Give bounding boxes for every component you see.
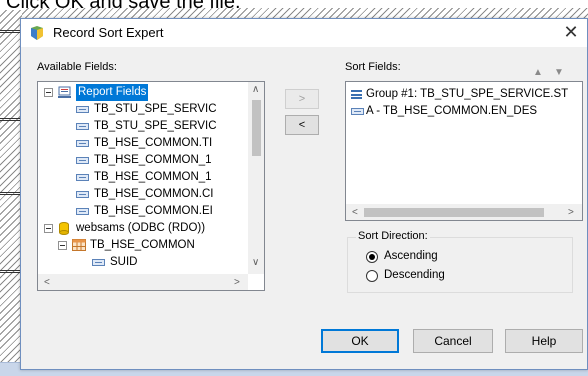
tree-item-group[interactable]: Report Fields	[38, 84, 246, 101]
sort-direction-legend: Sort Direction:	[356, 230, 430, 242]
field-icon	[76, 140, 89, 147]
sort-direction-group: Sort Direction: Ascending Descending	[347, 230, 573, 293]
field-icon	[76, 191, 89, 198]
tree-item-table[interactable]: TB_HSE_COMMON	[38, 237, 246, 254]
tree-item-field[interactable]: TB_HSE_COMMON_1	[38, 152, 246, 169]
sort-fields-label: Sort Fields:	[345, 61, 401, 73]
sort-field-label: A - TB_HSE_COMMON.EN_DES	[366, 105, 538, 117]
scroll-left-icon[interactable]: <	[44, 278, 50, 288]
field-icon	[76, 123, 89, 130]
tree-item-field[interactable]: TB_HSE_COMMON_1	[38, 169, 246, 186]
ascending-radio[interactable]	[366, 251, 378, 263]
field-icon	[76, 106, 89, 113]
tree-item-field[interactable]: TB_STU_SPE_SERVIC	[38, 101, 246, 118]
collapse-toggle-icon[interactable]	[58, 241, 67, 250]
tree-item-label: TB_STU_SPE_SERVIC	[94, 103, 217, 115]
close-icon[interactable]: ✕	[561, 22, 581, 43]
background-hatch-top	[22, 8, 588, 18]
scroll-down-icon[interactable]: ∨	[252, 258, 259, 268]
tree-item-field[interactable]: TB_STU_SPE_SERVIC	[38, 118, 246, 135]
cancel-button[interactable]: Cancel	[413, 329, 493, 353]
tree-item-label: websams (ODBC (RDO))	[76, 222, 206, 234]
field-icon	[351, 108, 364, 115]
tree-item-label: Report Fields	[76, 84, 149, 101]
scroll-right-icon[interactable]: >	[568, 208, 574, 218]
record-sort-expert-dialog: Record Sort Expert ✕ Available Fields: R…	[20, 18, 588, 370]
available-fields-tree[interactable]: Report Fields TB_STU_SPE_SERVIC TB_STU_SPE…	[37, 81, 265, 291]
descending-label[interactable]: Descending	[384, 269, 445, 281]
scroll-thumb[interactable]	[252, 100, 261, 156]
scroll-right-icon[interactable]: >	[234, 278, 240, 288]
move-down-icon[interactable]: ▼	[554, 67, 564, 78]
screen: Click OK and save the file. Record Sort …	[0, 0, 588, 376]
tree-item-label: TB_HSE_COMMON.CI	[94, 188, 214, 200]
background-hatch-left	[0, 10, 22, 362]
tree-item-field[interactable]: SUID	[38, 254, 246, 271]
collapse-toggle-icon[interactable]	[44, 224, 53, 233]
help-button[interactable]: Help	[505, 329, 583, 353]
field-icon	[92, 259, 105, 266]
tree-item-label: SUID	[110, 256, 138, 268]
tree-item-field[interactable]: TB_HSE_COMMON.CI	[38, 186, 246, 203]
move-up-icon[interactable]: ▲	[533, 67, 543, 78]
tree-item-label: TB_HSE_COMMON_1	[94, 154, 212, 166]
descending-radio[interactable]	[366, 270, 378, 282]
field-icon	[76, 174, 89, 181]
tree-item-label: TB_HSE_COMMON	[90, 239, 195, 251]
remove-sort-field-button[interactable]: <	[285, 115, 319, 135]
title-bar[interactable]: Record Sort Expert ✕	[21, 19, 587, 47]
scroll-left-icon[interactable]: <	[352, 208, 358, 218]
collapse-toggle-icon[interactable]	[44, 88, 53, 97]
tree-item-label: TB_HSE_COMMON.EI	[94, 205, 213, 217]
field-icon	[76, 208, 89, 215]
tree-item-label: TB_HSE_COMMON.TI	[94, 137, 213, 149]
dialog-title: Record Sort Expert	[53, 25, 164, 40]
add-sort-field-button[interactable]: >	[285, 89, 319, 109]
available-fields-vscroll[interactable]: ∧ ∨	[248, 82, 264, 274]
tree-item-field[interactable]: TB_HSE_COMMON.TI	[38, 135, 246, 152]
group-icon	[351, 90, 362, 99]
tree-item-database[interactable]: websams (ODBC (RDO))	[38, 220, 246, 237]
ok-button[interactable]: OK	[321, 329, 399, 353]
available-fields-label: Available Fields:	[37, 61, 117, 73]
field-icon	[76, 157, 89, 164]
tree-item-label: TB_HSE_COMMON_1	[94, 171, 212, 183]
sort-expert-icon	[29, 25, 45, 41]
tree-item-field[interactable]: TB_HSE_COMMON.EI	[38, 203, 246, 220]
tree-item-label: TB_STU_SPE_SERVIC	[94, 120, 217, 132]
ascending-label[interactable]: Ascending	[384, 250, 438, 262]
sort-fields-list[interactable]: Group #1: TB_STU_SPE_SERVICE.ST A - TB_HS…	[345, 81, 583, 221]
scroll-up-icon[interactable]: ∧	[252, 85, 259, 95]
available-fields-hscroll[interactable]: < >	[38, 274, 248, 290]
sort-field-label: Group #1: TB_STU_SPE_SERVICE.ST	[366, 88, 569, 100]
scroll-thumb[interactable]	[364, 208, 544, 217]
sort-fields-hscroll[interactable]: < >	[346, 204, 582, 220]
